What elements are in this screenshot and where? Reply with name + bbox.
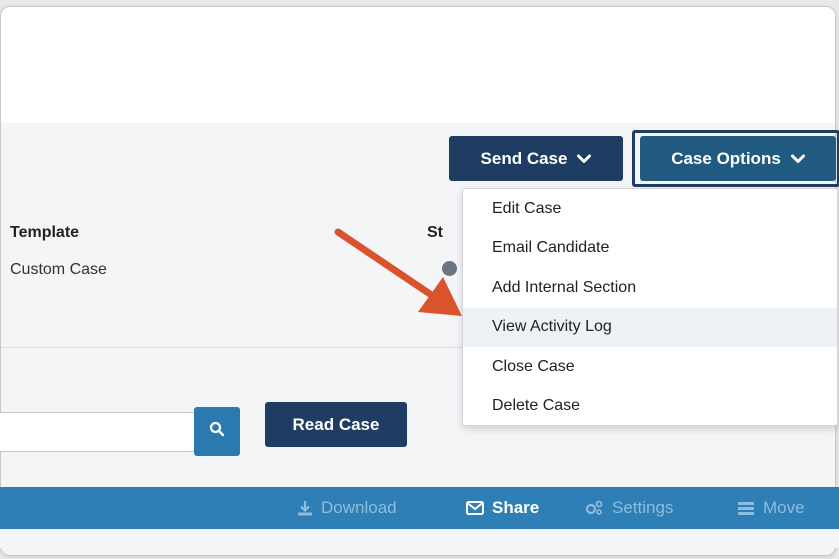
gears-icon <box>585 500 603 515</box>
search-button[interactable] <box>194 407 240 456</box>
send-case-label: Send Case <box>480 148 568 168</box>
download-button[interactable]: Download <box>297 487 397 529</box>
share-label: Share <box>492 498 540 517</box>
read-case-button[interactable]: Read Case <box>265 402 407 447</box>
settings-label: Settings <box>612 498 674 517</box>
menu-item-add-internal-section[interactable]: Add Internal Section <box>463 268 837 308</box>
bottom-strip <box>0 529 839 548</box>
move-label: Move <box>763 498 805 517</box>
status-indicator <box>442 261 457 276</box>
chevron-down-icon <box>790 149 805 169</box>
template-value: Custom Case <box>10 261 107 278</box>
menu-item-delete-case[interactable]: Delete Case <box>463 387 837 427</box>
search-icon <box>209 421 225 442</box>
share-button[interactable]: Share <box>466 487 539 529</box>
template-label: Template <box>10 224 80 241</box>
top-area <box>1 7 835 123</box>
status-label: St <box>427 224 443 241</box>
case-options-button[interactable]: Case Options <box>640 136 836 181</box>
case-options-label: Case Options <box>671 148 781 168</box>
menu-item-edit-case[interactable]: Edit Case <box>463 189 837 229</box>
menu-item-view-activity-log[interactable]: View Activity Log <box>463 307 837 347</box>
download-icon <box>298 501 312 516</box>
move-button[interactable]: Move <box>737 487 805 529</box>
search-input[interactable] <box>0 412 196 452</box>
move-icon <box>738 502 754 515</box>
settings-button[interactable]: Settings <box>584 487 673 529</box>
menu-item-email-candidate[interactable]: Email Candidate <box>463 229 837 269</box>
case-options-menu: Edit Case Email Candidate Add Internal S… <box>462 188 838 426</box>
envelope-icon <box>466 501 484 515</box>
chevron-down-icon <box>577 149 592 169</box>
menu-item-close-case[interactable]: Close Case <box>463 347 837 387</box>
download-label: Download <box>321 498 397 517</box>
file-toolbar: Download Share Settings Move <box>0 487 839 529</box>
send-case-button[interactable]: Send Case <box>449 136 623 181</box>
